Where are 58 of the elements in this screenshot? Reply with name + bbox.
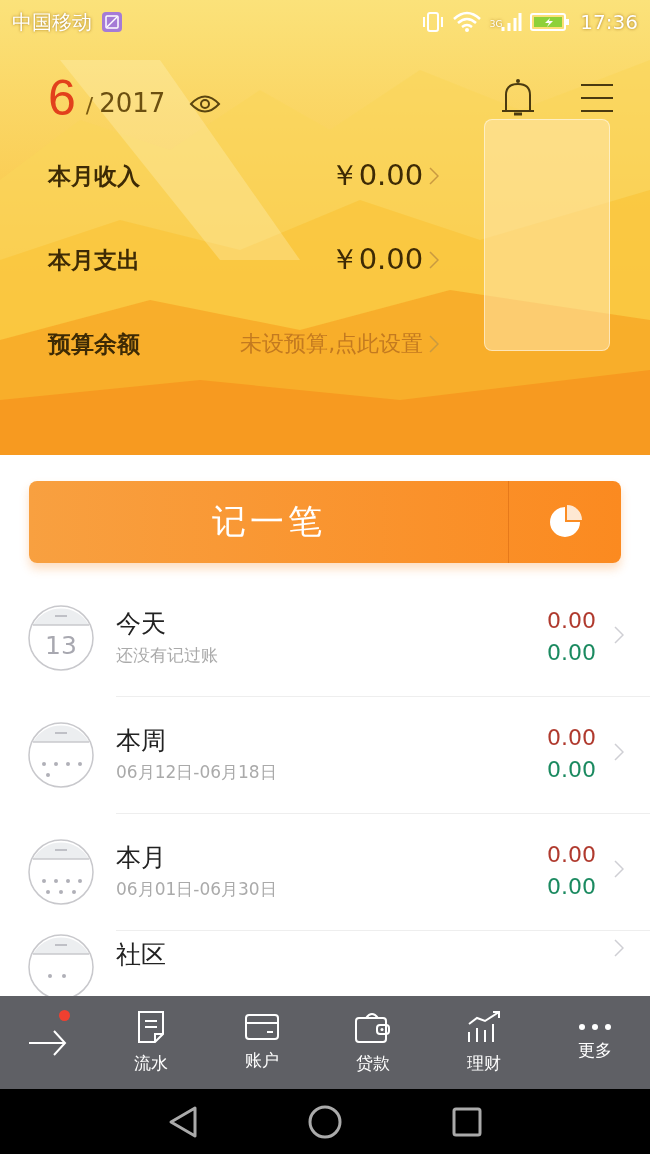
tab-item[interactable]: 贷款: [317, 1010, 428, 1075]
calendar-icon: [28, 604, 94, 671]
summary-amount: ￥0.00: [329, 241, 424, 278]
clock-time: 17:36: [580, 10, 638, 34]
income-amount: 0.00: [547, 724, 596, 752]
battery-icon: [530, 12, 571, 32]
period-subtitle: 还没有记过账: [116, 644, 219, 667]
expense-amount: 0.00: [547, 756, 596, 784]
period-subtitle: 06月01日-06月30日: [116, 878, 278, 901]
bell-icon[interactable]: [500, 77, 536, 119]
chevron-icon: [429, 166, 440, 186]
calendar-day: 13: [28, 630, 94, 660]
chevron-icon: [614, 625, 624, 645]
chevron-icon: [429, 250, 440, 270]
period-subtitle: 06月12日-06月18日: [116, 761, 278, 784]
expense-amount: 0.00: [547, 639, 596, 667]
more-icon: [577, 1023, 612, 1031]
tab-item[interactable]: 理财: [428, 1010, 539, 1075]
period-title: 社区: [116, 939, 167, 971]
chart-icon: [466, 1010, 501, 1044]
calendar-icon: [28, 934, 94, 996]
menu-icon[interactable]: [580, 83, 614, 113]
wifi-icon: [451, 11, 482, 33]
period-title: 本周: [116, 725, 167, 757]
summary-label: 预算余额: [48, 329, 141, 359]
chevron-icon: [429, 334, 440, 354]
income-amount: 0.00: [547, 841, 596, 869]
year-label: 2017: [99, 88, 166, 118]
wallet-icon: [354, 1010, 391, 1044]
network-type: 3G: [489, 19, 503, 29]
income-amount: 0.00: [547, 607, 596, 635]
tab-item[interactable]: 流水: [95, 1010, 206, 1075]
back-icon[interactable]: [168, 1104, 198, 1139]
slash-divider: /: [85, 92, 94, 118]
arrow-icon[interactable]: [27, 1028, 68, 1057]
carrier-name: 中国移动: [12, 8, 92, 36]
document-icon: [135, 1010, 166, 1044]
vibrate-icon: [421, 11, 444, 33]
calendar-icon: [28, 838, 94, 905]
chevron-icon: [614, 859, 624, 879]
expense-amount: 0.00: [547, 873, 596, 901]
card-icon: [244, 1013, 279, 1041]
eye-icon[interactable]: [189, 93, 222, 115]
calendar-icon: [28, 721, 94, 788]
signal-icon: [500, 11, 523, 33]
summary-amount: ￥0.00: [329, 157, 424, 194]
home-icon[interactable]: [308, 1104, 342, 1139]
month-number: 6: [48, 69, 76, 127]
tab-item[interactable]: 账户: [206, 1013, 317, 1072]
period-title: 今天: [116, 608, 167, 640]
gallery-icon: [102, 12, 122, 32]
chevron-icon: [614, 938, 624, 958]
chevron-icon: [614, 742, 624, 762]
recents-icon[interactable]: [452, 1106, 482, 1137]
tab-item[interactable]: 更多: [539, 1023, 650, 1062]
summary-label: 本月支出: [48, 245, 141, 275]
summary-label: 本月收入: [48, 161, 141, 191]
period-title: 本月: [116, 842, 167, 874]
